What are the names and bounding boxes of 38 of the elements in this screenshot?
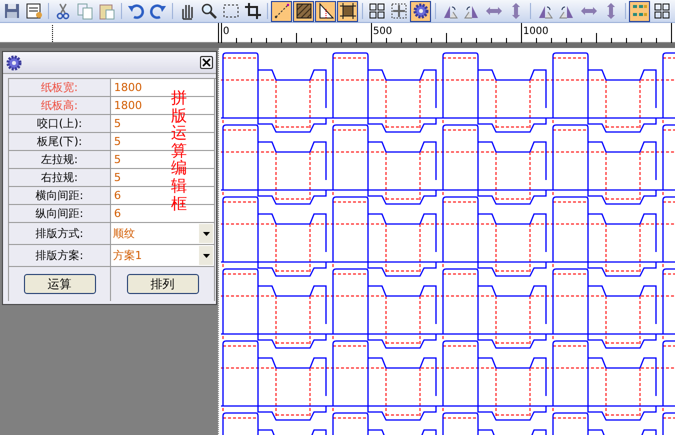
crop-icon: [244, 2, 262, 20]
toolbar-button[interactable]: [315, 0, 336, 22]
field-label: 纸板宽:: [41, 80, 78, 95]
gear-icon: [412, 2, 430, 20]
field-label: 咬口(上):: [36, 116, 82, 131]
grid-icon: [368, 2, 386, 20]
toolbar-button[interactable]: [410, 0, 431, 22]
toolbar-button[interactable]: [242, 0, 263, 22]
dropdown[interactable]: 顺纹: [113, 224, 213, 243]
field-label: 纸板高:: [41, 98, 78, 113]
grid-icon: [652, 2, 670, 20]
field-label: 排版方案:: [36, 248, 84, 263]
field-label: 横向间距:: [36, 188, 84, 203]
undo-icon: [126, 2, 144, 20]
search-icon: [200, 2, 218, 20]
toolbar-button[interactable]: [629, 0, 650, 22]
toolbar-button[interactable]: [337, 0, 358, 22]
hatched-square-icon: [294, 2, 312, 20]
field-label: 纵向间距:: [36, 206, 84, 221]
dropdown[interactable]: 方案1: [113, 246, 213, 265]
triangle-icon: [316, 2, 334, 20]
field-label: 左拉规:: [41, 152, 78, 167]
close-button[interactable]: [200, 56, 213, 69]
action-button[interactable]: 运算: [24, 274, 96, 294]
line-icon: [272, 2, 290, 20]
clipboard-icon: [98, 2, 116, 20]
copy-icon: [76, 2, 94, 20]
toolbar-button[interactable]: [293, 0, 314, 22]
action-button[interactable]: 排列: [126, 274, 198, 294]
field-label: 排版方式:: [36, 226, 84, 241]
dashed-rectangle-icon: [222, 2, 240, 20]
gear-icon: [6, 54, 22, 70]
redo-icon: [148, 2, 166, 20]
frame-icon: [338, 2, 356, 20]
toolbar-button[interactable]: [271, 0, 292, 22]
field-label: 板尾(下):: [36, 134, 82, 149]
document-preview-icon: [24, 2, 42, 20]
field-label: 右拉规:: [41, 170, 78, 185]
